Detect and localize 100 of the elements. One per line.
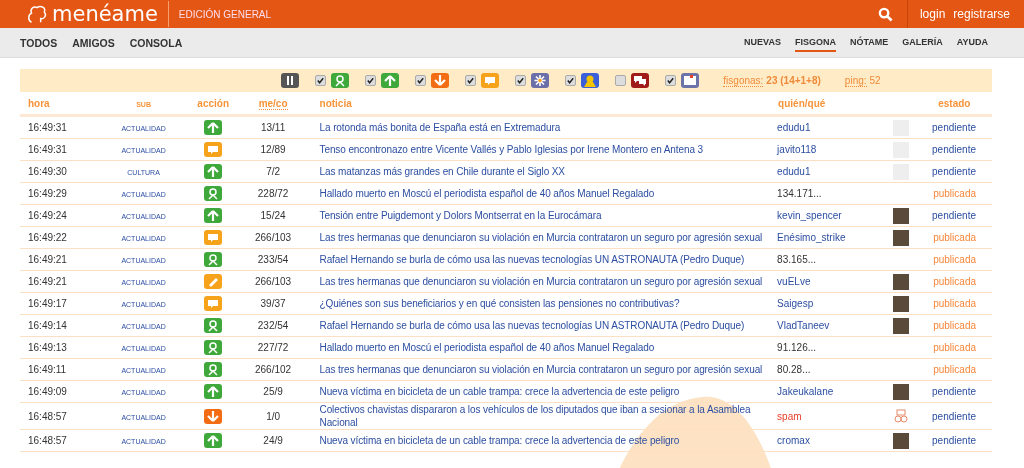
news-link[interactable]: Tensión entre Puigdemont y Dolors Montserrat en la Eurocámara xyxy=(319,209,602,222)
column-header: acción xyxy=(197,97,230,109)
up-arrow-icon xyxy=(204,384,223,399)
user-link[interactable]: Jakeukalane xyxy=(777,386,834,397)
votes-comments-cell: 266/103 xyxy=(255,276,292,287)
down-arrow-icon xyxy=(204,408,223,424)
nav-tab[interactable]: GALERÍA xyxy=(902,33,943,52)
up-arrow-icon xyxy=(204,164,223,179)
votes-comments-cell: 39/37 xyxy=(260,298,286,309)
votes-comments-cell: 233/54 xyxy=(257,254,289,265)
account-link[interactable]: registrarse xyxy=(953,7,1010,21)
column-header: hora xyxy=(28,97,50,109)
status-text: pendiente xyxy=(932,410,976,422)
user-link[interactable]: vuELve xyxy=(777,276,811,287)
status-text: publicada xyxy=(933,364,976,375)
status-text: publicada xyxy=(933,320,976,331)
nav-tab[interactable]: TODOS xyxy=(20,36,58,49)
nav-tab[interactable]: AYUDA xyxy=(956,33,988,52)
filter-checkbox[interactable] xyxy=(615,75,627,86)
ping-value: 52 xyxy=(869,74,881,87)
site-logo[interactable]: menéame xyxy=(52,1,169,27)
filter-checkbox[interactable] xyxy=(515,75,527,86)
star-icon xyxy=(531,73,550,88)
time-cell: 16:49:21 xyxy=(28,254,67,265)
user-link[interactable]: VladTaneev xyxy=(777,320,830,331)
news-link[interactable]: La rotonda más bonita de España está en Extremadura xyxy=(319,121,561,134)
time-cell: 16:49:31 xyxy=(28,144,67,155)
votes-comments-cell: 24/9 xyxy=(263,435,283,446)
search-icon[interactable] xyxy=(877,6,893,22)
speech-bubble-icon xyxy=(204,142,223,157)
time-cell: 16:48:57 xyxy=(28,410,67,422)
votes-comments-cell: 7/2 xyxy=(266,166,281,177)
news-link[interactable]: ¿Quiénes son sus beneficiarios y en qué consisten las pensiones no contributivas? xyxy=(319,297,680,310)
user-link[interactable]: edudu1 xyxy=(777,122,811,133)
nav-tab[interactable]: NUEVAS xyxy=(744,33,781,52)
avatar-placeholder xyxy=(893,383,909,400)
nav-tab[interactable]: FISGONA xyxy=(794,33,836,52)
user-link[interactable]: cromax xyxy=(777,435,810,446)
news-link[interactable]: Hallado muerto en Moscú el periodista español de 40 años Manuel Regalado xyxy=(319,187,655,200)
note-icon xyxy=(681,73,700,88)
down-arrow-icon xyxy=(431,73,450,88)
news-link[interactable]: Nueva víctima en bicicleta de un cable trampa: crece la advertencia de este peligro xyxy=(319,385,680,398)
votes-comments-cell: 13/11 xyxy=(260,122,286,133)
user-link[interactable]: edudu1 xyxy=(777,166,811,177)
speech-bubble-icon xyxy=(204,296,223,311)
nav-tab[interactable]: CONSOLA xyxy=(129,36,183,49)
pause-button[interactable] xyxy=(281,73,300,88)
news-link[interactable]: Hallado muerto en Moscú el periodista español de 40 años Manuel Regalado xyxy=(319,341,655,354)
user-link[interactable]: javito118 xyxy=(777,144,817,155)
nav-tab[interactable]: NÓTAME xyxy=(849,33,889,52)
votes-comments-cell: 266/102 xyxy=(255,364,292,375)
news-link[interactable]: Colectivos chavistas dispararon a los vehículos de los diputados que iban a sesionar a la Asamblea Nacional xyxy=(319,403,778,429)
time-cell: 16:49:14 xyxy=(28,320,67,331)
user-link[interactable]: 91.126... xyxy=(777,342,817,353)
news-link[interactable]: Nueva víctima en bicicleta de un cable trampa: crece la advertencia de este peligro xyxy=(319,434,680,447)
status-text: pendiente xyxy=(932,386,976,397)
filter-checkbox[interactable] xyxy=(415,75,427,86)
status-text: pendiente xyxy=(932,122,976,133)
user-link[interactable]: 134.171... xyxy=(777,188,822,199)
news-link[interactable]: Las tres hermanas que denunciaron su violación en Murcia contrataron un seguro por agresión sexual xyxy=(319,363,763,376)
filter-checkbox[interactable] xyxy=(315,75,327,86)
avatar-placeholder xyxy=(893,273,909,290)
votes-comments-cell: 12/89 xyxy=(260,144,286,155)
status-text: pendiente xyxy=(932,144,976,155)
filter-checkbox[interactable] xyxy=(465,75,477,86)
up-arrow-icon xyxy=(204,120,223,135)
column-header: estado xyxy=(938,97,971,109)
user-link[interactable]: spam xyxy=(777,410,802,422)
filter-checkbox[interactable] xyxy=(365,75,377,86)
votes-comments-cell: 25/9 xyxy=(263,386,283,397)
votes-comments-cell: 232/54 xyxy=(257,320,289,331)
time-cell: 16:49:31 xyxy=(28,122,67,133)
votes-comments-cell: 266/103 xyxy=(255,232,292,243)
user-link[interactable]: kevin_spencer xyxy=(777,210,842,221)
status-text: publicada xyxy=(933,232,976,243)
filter-checkbox[interactable] xyxy=(565,75,577,86)
pencil-icon xyxy=(204,274,223,289)
time-cell: 16:49:29 xyxy=(28,188,67,199)
votes-comments-cell: 227/72 xyxy=(257,342,289,353)
up-arrow-icon xyxy=(204,208,223,223)
time-cell: 16:49:09 xyxy=(28,386,67,397)
time-cell: 16:49:13 xyxy=(28,342,67,353)
news-link[interactable]: Rafael Hernando se burla de cómo usa las nuevas tecnologías UN ASTRONAUTA (Pedro Duque) xyxy=(319,253,745,266)
speech-bubble-icon xyxy=(204,230,223,245)
news-link[interactable]: Las matanzas más grandes en Chile durante el Siglo XX xyxy=(319,165,565,178)
nav-tab[interactable]: AMIGOS xyxy=(72,36,115,49)
account-link[interactable]: login xyxy=(919,7,946,21)
column-header: me/co xyxy=(258,97,288,110)
time-cell: 16:49:11 xyxy=(28,364,67,375)
speech-bubble-icon xyxy=(481,73,500,88)
user-link[interactable]: 80.28... xyxy=(777,364,811,375)
ping-label: ping: xyxy=(844,74,867,87)
news-link[interactable]: Tenso encontronazo entre Vicente Vallés y Pablo Iglesias por Irene Montero en Antena 3 xyxy=(319,143,704,156)
user-link[interactable]: Enésimo_strike xyxy=(777,232,846,243)
user-link[interactable]: Saigesp xyxy=(777,298,814,309)
filter-checkbox[interactable] xyxy=(665,75,677,86)
news-link[interactable]: Las tres hermanas que denunciaron su violación en Murcia contrataron un seguro por agresión sexual xyxy=(319,231,763,244)
news-link[interactable]: Rafael Hernando se burla de cómo usa las nuevas tecnologías UN ASTRONAUTA (Pedro Duque) xyxy=(319,319,745,332)
user-link[interactable]: 83.165... xyxy=(777,254,817,265)
news-link[interactable]: Las tres hermanas que denunciaron su violación en Murcia contrataron un seguro por agresión sexual xyxy=(319,275,763,288)
